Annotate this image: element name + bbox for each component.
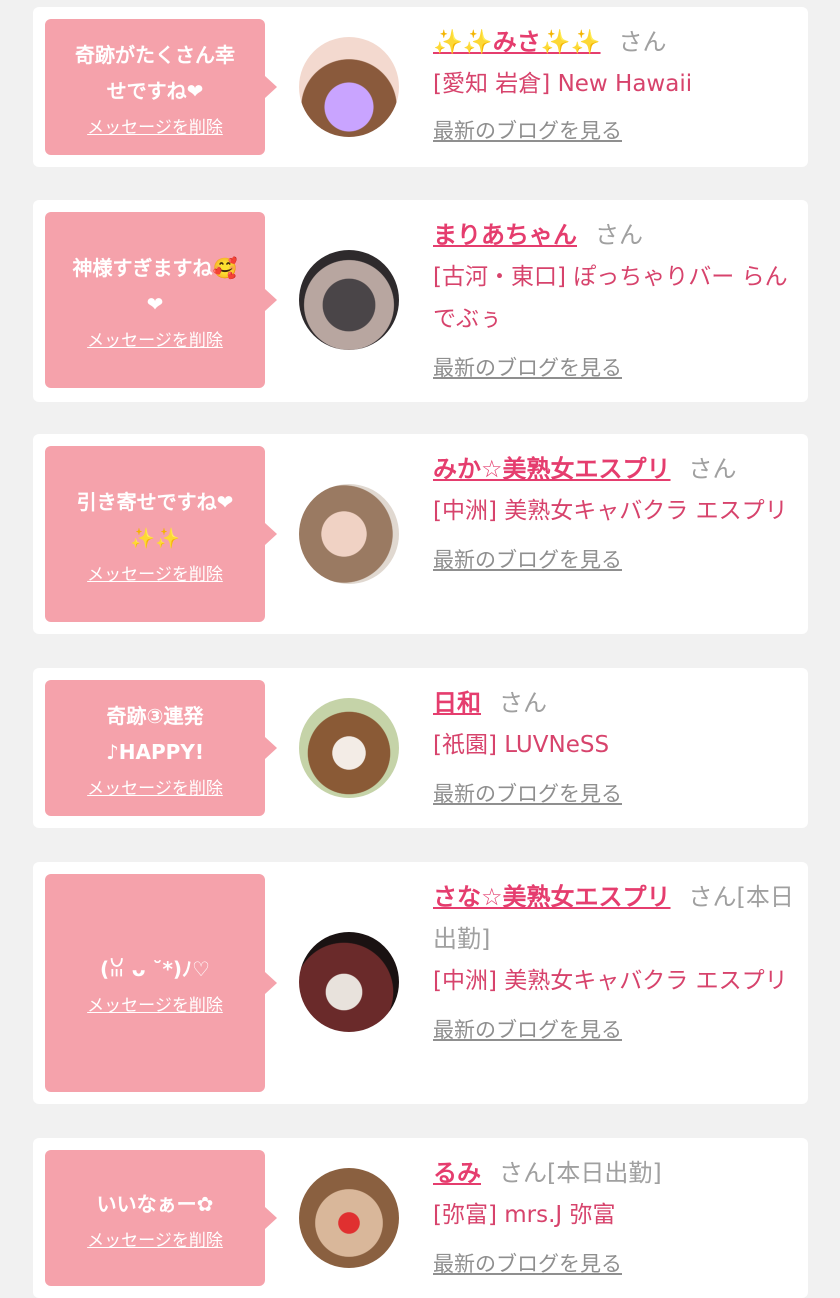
message-bubble: 引き寄せですね❤ ✨✨ メッセージを削除 xyxy=(45,446,277,622)
message-bubble: 奇跡がたくさん幸 せですね❤ メッセージを削除 xyxy=(45,19,277,155)
cast-name-link[interactable]: ✨✨みさ✨✨ xyxy=(433,28,601,56)
delete-message-link[interactable]: メッセージを削除 xyxy=(87,113,223,138)
delete-message-link[interactable]: メッセージを削除 xyxy=(87,560,223,585)
message-bubble: いいなぁー✿ メッセージを削除 xyxy=(45,1150,277,1286)
honorific: さん xyxy=(688,455,737,483)
avatar[interactable] xyxy=(299,932,399,1032)
shop-info: [愛知 岩倉] New Hawaii xyxy=(433,71,693,97)
cast-name-link[interactable]: 日和 xyxy=(433,689,481,717)
message-card: (ꈍ ᴗ ˘*)ﾉ♡ メッセージを削除 さな☆美熟女エスプリ さん[本日出勤] [… xyxy=(33,862,808,1104)
message-bubble: 奇跡③連発 ♪HAPPY! メッセージを削除 xyxy=(45,680,277,816)
avatar[interactable] xyxy=(299,484,399,584)
shop-info: [祇園] LUVNeSS xyxy=(433,732,610,758)
cast-name-link[interactable]: るみ xyxy=(433,1159,481,1187)
blog-link[interactable]: 最新のブログを見る xyxy=(433,1248,622,1278)
shop-info: [弥富] mrs.J 弥富 xyxy=(433,1202,616,1228)
message-text: 奇跡がたくさん幸 せですね❤ xyxy=(75,42,235,103)
message-card: いいなぁー✿ メッセージを削除 るみ さん[本日出勤] [弥富] mrs.J 弥富… xyxy=(33,1138,808,1298)
message-text: いいなぁー✿ xyxy=(96,1191,214,1216)
message-bubble: (ꈍ ᴗ ˘*)ﾉ♡ メッセージを削除 xyxy=(45,874,277,1092)
avatar[interactable] xyxy=(299,1168,399,1268)
honorific: さん xyxy=(499,1159,547,1187)
blog-link[interactable]: 最新のブログを見る xyxy=(433,544,622,574)
cast-name-link[interactable]: みか☆美熟女エスプリ xyxy=(433,455,671,483)
delete-message-link[interactable]: メッセージを削除 xyxy=(87,326,223,351)
blog-link[interactable]: 最新のブログを見る xyxy=(433,115,622,145)
delete-message-link[interactable]: メッセージを削除 xyxy=(87,991,223,1016)
status-tag: [本日出勤] xyxy=(547,1159,662,1187)
honorific: さん xyxy=(688,883,737,911)
blog-link[interactable]: 最新のブログを見る xyxy=(433,778,622,808)
message-text: (ꈍ ᴗ ˘*)ﾉ♡ xyxy=(100,956,210,981)
delete-message-link[interactable]: メッセージを削除 xyxy=(87,1226,223,1251)
message-card: 神様すぎますね🥰 ❤ メッセージを削除 まりあちゃん さん [古河・東口] ぽっち… xyxy=(33,200,808,402)
avatar[interactable] xyxy=(299,698,399,798)
blog-link[interactable]: 最新のブログを見る xyxy=(433,1014,622,1044)
avatar[interactable] xyxy=(299,37,399,137)
message-card: 引き寄せですね❤ ✨✨ メッセージを削除 みか☆美熟女エスプリ さん [中洲] 美… xyxy=(33,434,808,634)
honorific: さん xyxy=(595,221,643,249)
message-text: 奇跡③連発 ♪HAPPY! xyxy=(106,703,204,764)
message-text: 引き寄せですね❤ ✨✨ xyxy=(76,489,234,550)
shop-info: [中洲] 美熟女キャバクラ エスプリ xyxy=(433,968,788,994)
avatar[interactable] xyxy=(299,250,399,350)
message-card: 奇跡③連発 ♪HAPPY! メッセージを削除 日和 さん [祇園] LUVNeSS… xyxy=(33,668,808,828)
honorific: さん xyxy=(499,689,547,717)
delete-message-link[interactable]: メッセージを削除 xyxy=(87,774,223,799)
message-bubble: 神様すぎますね🥰 ❤ メッセージを削除 xyxy=(45,212,277,388)
shop-info: [中洲] 美熟女キャバクラ エスプリ xyxy=(433,498,788,524)
shop-info: [古河・東口] ぽっちゃりバー らんでぶぅ xyxy=(433,264,788,332)
cast-name-link[interactable]: まりあちゃん xyxy=(433,221,577,249)
blog-link[interactable]: 最新のブログを見る xyxy=(433,352,622,382)
message-card: 奇跡がたくさん幸 せですね❤ メッセージを削除 ✨✨みさ✨✨ さん [愛知 岩倉]… xyxy=(33,7,808,167)
cast-name-link[interactable]: さな☆美熟女エスプリ xyxy=(433,883,671,911)
message-text: 神様すぎますね🥰 ❤ xyxy=(72,255,238,316)
honorific: さん xyxy=(618,28,667,56)
